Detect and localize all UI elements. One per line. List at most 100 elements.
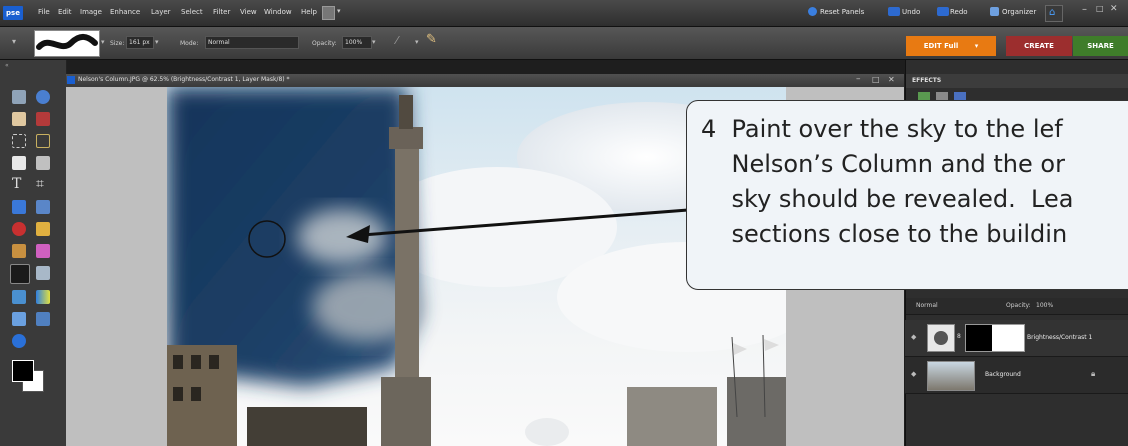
- reset-panels-button[interactable]: Reset Panels: [820, 8, 864, 16]
- menu-image[interactable]: Image: [80, 8, 102, 16]
- hand-tool-icon[interactable]: [12, 112, 26, 126]
- blend-mode-select[interactable]: Normal: [916, 302, 938, 309]
- airbrush-icon[interactable]: ⁄: [396, 34, 398, 47]
- undo-button[interactable]: Undo: [902, 8, 920, 16]
- doc-close-icon[interactable]: ✕: [888, 75, 895, 84]
- toolbox-collapse-icon[interactable]: «: [5, 62, 9, 69]
- restore-icon[interactable]: □: [1096, 4, 1104, 13]
- home-button[interactable]: ⌂: [1045, 5, 1063, 22]
- adjustment-layer-icon: [927, 324, 955, 352]
- redo-button[interactable]: Redo: [950, 8, 968, 16]
- menu-view[interactable]: View: [240, 8, 257, 16]
- callout-line-4: sections close to the buildin: [701, 220, 1068, 248]
- magic-wand-tool-icon[interactable]: [12, 156, 26, 170]
- callout-line-1: 4 Paint over the sky to the lef: [701, 115, 1063, 143]
- brush-tool-icon[interactable]: [10, 264, 30, 284]
- opacity-field[interactable]: 100%: [342, 36, 372, 49]
- type-tool-icon[interactable]: T: [12, 176, 21, 192]
- callout-line-3: sky should be revealed. Lea: [701, 185, 1074, 213]
- layer-opacity-label: Opacity:: [1006, 302, 1031, 309]
- undo-icon: [888, 7, 900, 16]
- tab-share[interactable]: SHARE: [1073, 36, 1128, 56]
- smart-brush-tool-icon[interactable]: [36, 266, 50, 280]
- callout-arrow: [346, 208, 689, 243]
- straighten-tool-icon[interactable]: [36, 200, 50, 214]
- close-icon[interactable]: ✕: [1110, 4, 1118, 14]
- minimize-icon[interactable]: –: [1082, 4, 1087, 15]
- document-title: Nelson's Column.JPG @ 62.5% (Brightness/…: [78, 76, 290, 83]
- background-layer-thumbnail: [927, 361, 975, 391]
- clone-stamp-tool-icon[interactable]: [12, 244, 26, 258]
- arrange-chevron-icon[interactable]: ▾: [337, 7, 341, 15]
- foreground-color-swatch[interactable]: [12, 360, 34, 382]
- document-title-bar[interactable]: Nelson's Column.JPG @ 62.5% (Brightness/…: [66, 74, 904, 88]
- brush-preview[interactable]: [34, 30, 100, 57]
- tablet-brush-icon[interactable]: ✎: [426, 32, 437, 47]
- menu-filter[interactable]: Filter: [213, 8, 230, 16]
- menu-edit[interactable]: Edit: [58, 8, 72, 16]
- menu-enhance[interactable]: Enhance: [110, 8, 140, 16]
- move-tool-icon[interactable]: [12, 90, 26, 104]
- opacity-chevron-icon[interactable]: ▾: [372, 38, 376, 46]
- effects-panel-title: EFFECTS: [912, 77, 942, 84]
- toolbox: « T ⌗: [0, 60, 67, 446]
- callout-line-2: Nelson’s Column and the or: [701, 150, 1065, 178]
- effects-panel-header[interactable]: EFFECTS: [906, 74, 1128, 88]
- zoom-tool-icon[interactable]: [36, 90, 50, 104]
- layer-opacity-value[interactable]: 100%: [1036, 302, 1053, 309]
- crop-tool-icon[interactable]: ⌗: [36, 176, 44, 192]
- layer-mask-painted-area: [966, 325, 992, 351]
- eyedropper-tool-icon[interactable]: [36, 112, 50, 126]
- menu-select[interactable]: Select: [181, 8, 203, 16]
- red-eye-tool-icon[interactable]: [12, 222, 26, 236]
- size-slider-icon[interactable]: ▾: [155, 38, 159, 46]
- layer-name: Brightness/Contrast 1: [1027, 334, 1093, 341]
- gradient-tool-icon[interactable]: [36, 290, 50, 304]
- doc-restore-icon[interactable]: □: [872, 75, 880, 84]
- tool-preset-chevron-icon[interactable]: ▾: [12, 37, 16, 46]
- layer-row-background[interactable]: ◆ Background 🔒︎: [905, 357, 1128, 394]
- instruction-callout: 4 Paint over the sky to the lef Nelson’s…: [686, 100, 1128, 290]
- layer-visibility-icon[interactable]: ◆: [911, 333, 916, 341]
- organizer-button[interactable]: Organizer: [1002, 8, 1036, 16]
- quick-selection-tool-icon[interactable]: [36, 156, 50, 170]
- cookie-cutter-tool-icon[interactable]: [12, 200, 26, 214]
- opacity-label: Opacity:: [312, 40, 337, 47]
- layer-name: Background: [985, 371, 1021, 378]
- reset-panels-icon: [808, 7, 817, 16]
- blur-tool-icon[interactable]: [36, 312, 50, 326]
- menu-help[interactable]: Help: [301, 8, 317, 16]
- size-field[interactable]: 161 px: [126, 36, 154, 49]
- tab-edit-full[interactable]: EDIT Full ▾: [906, 36, 996, 56]
- mode-label: Mode:: [180, 40, 199, 47]
- eraser-tool-icon[interactable]: [36, 244, 50, 258]
- brush-stroke-icon: [36, 34, 98, 50]
- paint-bucket-tool-icon[interactable]: [12, 290, 26, 304]
- brush-cursor-icon: [248, 220, 286, 258]
- mode-select[interactable]: Normal: [205, 36, 299, 49]
- layer-visibility-icon[interactable]: ◆: [911, 370, 916, 378]
- airbrush-chevron-icon[interactable]: ▾: [415, 38, 419, 46]
- menu-window[interactable]: Window: [264, 8, 292, 16]
- brush-chevron-icon[interactable]: ▾: [101, 38, 105, 46]
- menu-bar: pse File Edit Image Enhance Layer Select…: [0, 0, 1128, 27]
- lock-icon: 🔒︎: [1091, 369, 1096, 378]
- arrange-icon[interactable]: [322, 6, 335, 20]
- menu-file[interactable]: File: [38, 8, 50, 16]
- tab-edit-chevron-icon: ▾: [974, 42, 979, 50]
- document-icon: [67, 76, 75, 84]
- size-label: Size:: [110, 40, 125, 47]
- doc-minimize-icon[interactable]: –: [856, 74, 861, 84]
- menu-layer[interactable]: Layer: [151, 8, 171, 16]
- spot-healing-tool-icon[interactable]: [36, 222, 50, 236]
- layer-row-brightness-contrast[interactable]: ◆ 8 Brightness/Contrast 1: [905, 320, 1128, 357]
- layer-mask-thumbnail[interactable]: [965, 324, 1025, 352]
- marquee-tool-icon[interactable]: [12, 134, 26, 148]
- sponge-tool-icon[interactable]: [12, 334, 26, 348]
- layer-link-icon[interactable]: 8: [957, 333, 961, 340]
- redo-icon: [937, 7, 949, 16]
- lasso-tool-icon[interactable]: [36, 134, 50, 148]
- shape-tool-icon[interactable]: [12, 312, 26, 326]
- app-logo: pse: [3, 6, 23, 20]
- tab-create[interactable]: CREATE: [1006, 36, 1072, 56]
